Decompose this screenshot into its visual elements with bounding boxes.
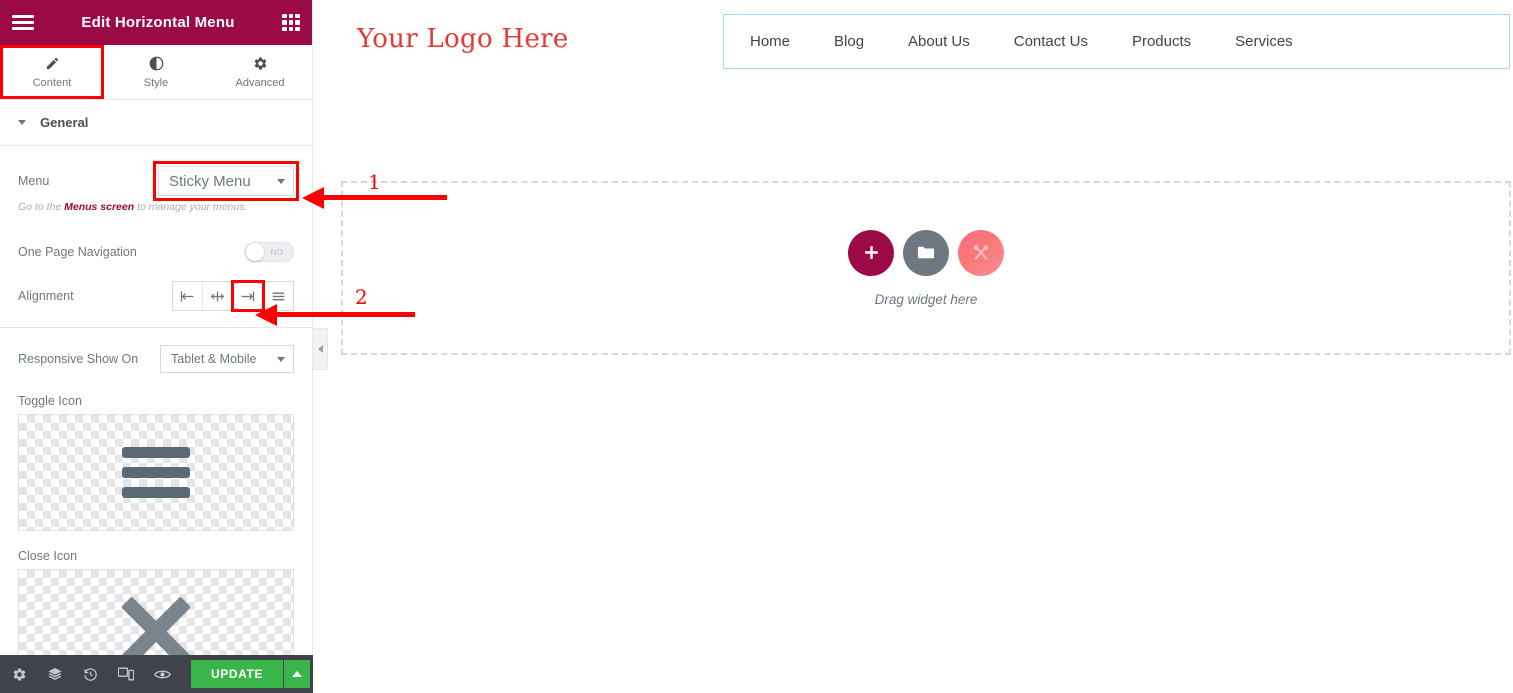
panel-footer: UPDATE — [0, 655, 313, 693]
preview-eye-icon[interactable] — [154, 668, 171, 681]
alignment-center-button[interactable] — [203, 282, 233, 310]
responsive-mode-icon[interactable] — [118, 667, 134, 681]
menu-dropdown-value: Sticky Menu — [169, 172, 251, 190]
update-button[interactable]: UPDATE — [191, 660, 284, 688]
responsive-show-on-label: Responsive Show On — [18, 352, 139, 366]
responsive-show-on-value: Tablet & Mobile — [171, 352, 257, 366]
gear-icon — [253, 55, 268, 72]
control-row-alignment: Alignment — [0, 279, 312, 313]
panel-title: Edit Horizontal Menu — [81, 14, 235, 31]
one-page-navigation-toggle[interactable]: NO — [244, 242, 294, 262]
toggle-icon-preview[interactable] — [18, 414, 294, 531]
menu-dropdown-control[interactable]: Sticky Menu — [158, 166, 294, 196]
dropzone-buttons — [848, 229, 1004, 276]
panel-tabs: Content Style Advanced — [0, 45, 312, 100]
menus-screen-link[interactable]: Menus screen — [64, 201, 134, 213]
section-general-title: General — [40, 115, 89, 130]
update-button-group: UPDATE — [191, 660, 311, 688]
nav-item-products[interactable]: Products — [1132, 33, 1191, 50]
menu-dropdown[interactable]: Sticky Menu — [153, 161, 299, 201]
add-template-button[interactable] — [958, 229, 1004, 276]
menu-help-prefix: Go to the — [18, 201, 65, 213]
menu-label: Menu — [18, 174, 50, 188]
toggle-icon-label: Toggle Icon — [18, 394, 82, 408]
horizontal-menu-widget[interactable]: Home Blog About Us Contact Us Products S… — [723, 14, 1510, 69]
tab-content-label: Content — [32, 77, 72, 89]
site-header-section: Your Logo Here Home Blog About Us Contac… — [313, 0, 1513, 90]
hamburger-art-icon — [122, 447, 190, 498]
add-section-button[interactable] — [848, 229, 894, 276]
chevron-down-icon — [277, 356, 285, 362]
chevron-up-icon — [292, 671, 303, 677]
chevron-left-icon — [317, 345, 323, 353]
editor-panel: Edit Horizontal Menu Content Style Advan… — [0, 0, 313, 693]
alignment-left-button[interactable] — [173, 282, 203, 310]
menu-help-suffix: to manage your menus. — [134, 201, 248, 213]
panel-collapse-handle[interactable] — [313, 328, 328, 370]
navigator-layers-icon[interactable] — [47, 666, 63, 682]
toggle-knob — [246, 243, 264, 261]
nav-item-contact-us[interactable]: Contact Us — [1014, 33, 1088, 50]
widget-dropzone[interactable]: Drag widget here — [341, 181, 1511, 355]
settings-gear-icon[interactable] — [12, 667, 27, 682]
responsive-show-on-dropdown[interactable]: Tablet & Mobile — [160, 345, 294, 373]
section-general-header[interactable]: General — [0, 100, 312, 146]
tab-style[interactable]: Style — [104, 45, 208, 99]
tab-content[interactable]: Content — [0, 45, 104, 99]
control-row-responsive-show-on: Responsive Show On Tablet & Mobile — [0, 342, 312, 376]
nav-item-home[interactable]: Home — [750, 33, 790, 50]
tab-advanced[interactable]: Advanced — [208, 45, 312, 99]
panel-header: Edit Horizontal Menu — [0, 0, 312, 45]
preview-canvas: Your Logo Here Home Blog About Us Contac… — [313, 0, 1513, 693]
alignment-justify-button[interactable] — [263, 282, 293, 310]
alignment-right-button[interactable] — [231, 280, 265, 312]
dropzone-caption: Drag widget here — [874, 291, 978, 307]
close-icon-label: Close Icon — [18, 549, 78, 563]
folder-icon — [917, 246, 935, 259]
panel-divider — [0, 327, 312, 328]
history-icon[interactable] — [83, 667, 98, 682]
one-page-navigation-label: One Page Navigation — [18, 245, 137, 259]
template-x-icon — [973, 244, 989, 259]
panel-body: Menu Sticky Menu Go to the Menus screen … — [0, 146, 312, 693]
responsive-show-on-control[interactable]: Tablet & Mobile — [160, 345, 294, 373]
tab-style-label: Style — [143, 77, 169, 89]
chevron-down-icon — [277, 178, 285, 184]
chevron-down-icon — [18, 120, 26, 125]
site-logo[interactable]: Your Logo Here — [357, 24, 569, 54]
control-row-one-page-navigation: One Page Navigation NO — [0, 235, 312, 269]
alignment-label: Alignment — [18, 289, 74, 303]
contrast-circle-icon — [149, 55, 164, 72]
toggle-state-label: NO — [270, 247, 284, 257]
tab-advanced-label: Advanced — [235, 77, 285, 89]
nav-item-about-us[interactable]: About Us — [908, 33, 970, 50]
add-folder-button[interactable] — [903, 229, 949, 276]
widgets-grid-icon[interactable] — [282, 13, 300, 32]
menu-help-text: Go to the Menus screen to manage your me… — [0, 198, 312, 213]
update-options-button[interactable] — [284, 660, 311, 688]
alignment-button-group — [172, 280, 294, 312]
hamburger-icon[interactable] — [12, 15, 34, 30]
pencil-icon — [45, 55, 60, 72]
nav-item-blog[interactable]: Blog — [834, 33, 864, 50]
elementor-editor-screen: Edit Horizontal Menu Content Style Advan… — [0, 0, 1513, 693]
nav-item-services[interactable]: Services — [1235, 33, 1293, 50]
control-row-menu: Menu Sticky Menu — [0, 161, 312, 201]
plus-icon — [864, 246, 878, 259]
